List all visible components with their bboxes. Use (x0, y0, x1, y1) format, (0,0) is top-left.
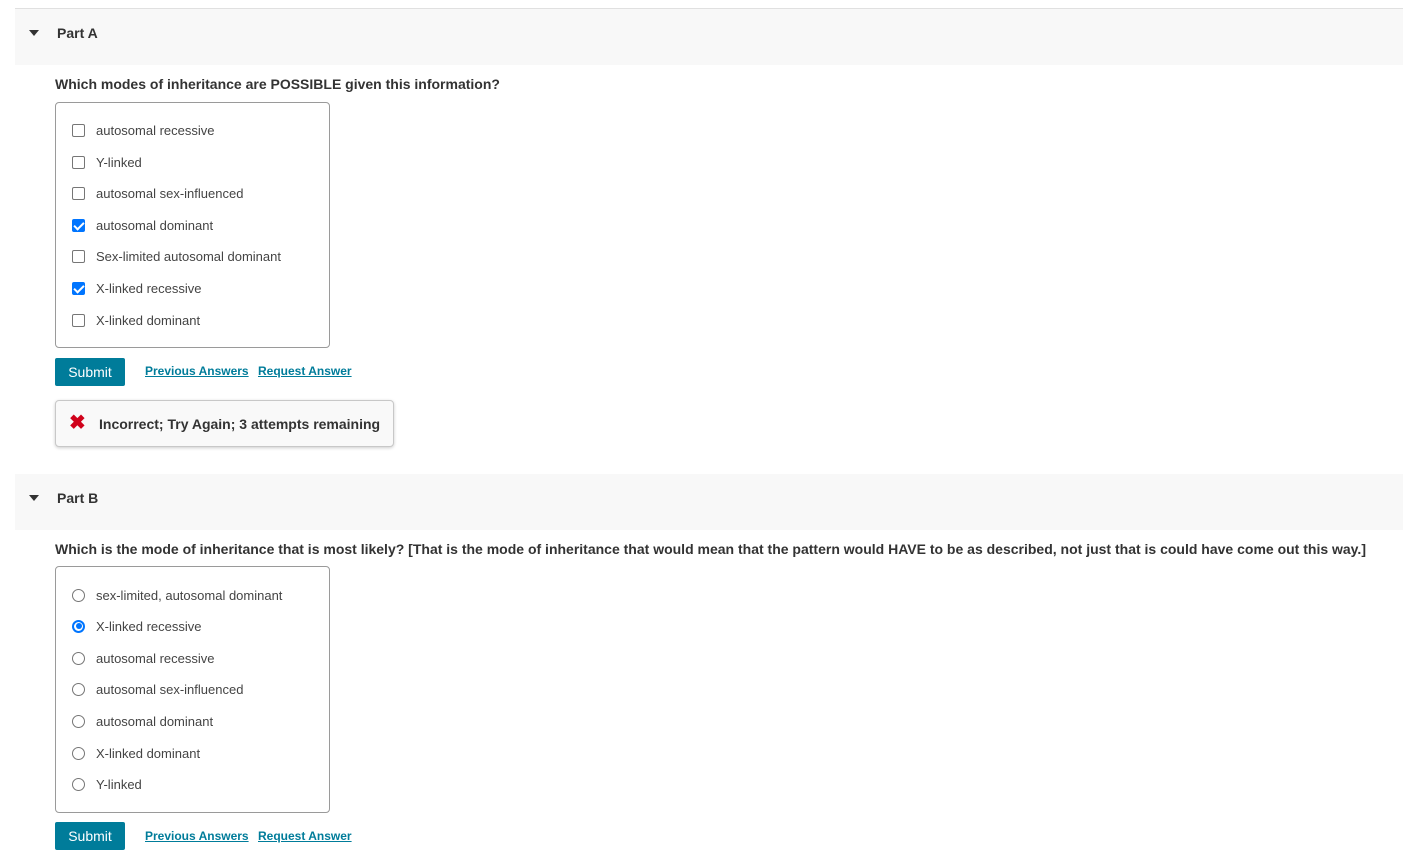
part-a-title: Part A (57, 25, 98, 41)
feedback-message: ✖ Incorrect; Try Again; 3 attempts remai… (55, 400, 394, 447)
checkbox[interactable] (72, 155, 85, 169)
caret-down-icon[interactable] (29, 495, 39, 501)
option-label: autosomal sex-influenced (96, 681, 244, 697)
part-b-title: Part B (57, 490, 99, 506)
part-a-question: Which modes of inheritance are POSSIBLE … (55, 76, 500, 92)
part-b-options: sex-limited, autosomal dominant X-linked… (55, 566, 330, 813)
part-b-previous-answers-link[interactable]: Previous Answers (145, 829, 249, 843)
option-autosomal-dominant[interactable]: autosomal dominant (72, 711, 213, 731)
option-autosomal-sex-influenced[interactable]: autosomal sex-influenced (72, 183, 243, 203)
checkbox[interactable] (72, 313, 85, 327)
part-a-options: autosomal recessive Y-linked autosomal s… (55, 102, 330, 348)
option-x-linked-dominant[interactable]: X-linked dominant (72, 743, 200, 763)
part-a-header[interactable]: Part A (15, 9, 1403, 65)
option-label: autosomal recessive (96, 650, 215, 666)
option-label: Sex-limited autosomal dominant (96, 248, 281, 264)
part-b-question: Which is the mode of inheritance that is… (55, 541, 1366, 557)
part-b-header[interactable]: Part B (15, 474, 1403, 530)
part-a-request-answer-link[interactable]: Request Answer (258, 364, 352, 378)
radio[interactable] (72, 777, 85, 791)
checkbox[interactable] (72, 123, 85, 137)
option-sex-limited-autosomal-dominant[interactable]: sex-limited, autosomal dominant (72, 585, 282, 605)
option-x-linked-recessive[interactable]: X-linked recessive (72, 278, 202, 298)
option-y-linked[interactable]: Y-linked (72, 152, 142, 172)
checkbox-checked[interactable] (72, 218, 85, 232)
part-a-submit-button[interactable]: Submit (55, 358, 125, 386)
part-b-request-answer-link[interactable]: Request Answer (258, 829, 352, 843)
option-label: sex-limited, autosomal dominant (96, 587, 283, 603)
option-label: Y-linked (96, 776, 142, 792)
radio[interactable] (72, 651, 85, 665)
option-autosomal-sex-influenced[interactable]: autosomal sex-influenced (72, 679, 243, 699)
radio[interactable] (72, 746, 85, 760)
option-autosomal-recessive[interactable]: autosomal recessive (72, 120, 215, 140)
option-label: autosomal dominant (96, 217, 214, 233)
checkbox-checked[interactable] (72, 281, 85, 295)
option-label: Y-linked (96, 154, 142, 170)
radio[interactable] (72, 682, 85, 696)
option-label: autosomal sex-influenced (96, 185, 244, 201)
option-autosomal-dominant[interactable]: autosomal dominant (72, 215, 213, 235)
part-b-submit-button[interactable]: Submit (55, 822, 125, 850)
caret-down-icon[interactable] (29, 30, 39, 36)
option-autosomal-recessive[interactable]: autosomal recessive (72, 648, 215, 668)
option-label: X-linked dominant (96, 312, 201, 328)
part-a-previous-answers-link[interactable]: Previous Answers (145, 364, 249, 378)
option-label: X-linked recessive (96, 618, 202, 634)
radio-selected[interactable] (72, 619, 85, 633)
radio[interactable] (72, 588, 85, 602)
option-label: autosomal dominant (96, 713, 214, 729)
radio[interactable] (72, 714, 85, 728)
option-y-linked[interactable]: Y-linked (72, 774, 142, 794)
option-sex-limited-autosomal-dominant[interactable]: Sex-limited autosomal dominant (72, 246, 281, 266)
option-label: autosomal recessive (96, 122, 215, 138)
option-x-linked-recessive[interactable]: X-linked recessive (72, 616, 202, 636)
checkbox[interactable] (72, 186, 85, 200)
option-label: X-linked recessive (96, 280, 202, 296)
option-label: X-linked dominant (96, 745, 201, 761)
option-x-linked-dominant[interactable]: X-linked dominant (72, 310, 200, 330)
x-mark-icon: ✖ (69, 412, 86, 434)
feedback-text: Incorrect; Try Again; 3 attempts remaini… (99, 416, 381, 432)
checkbox[interactable] (72, 249, 85, 263)
